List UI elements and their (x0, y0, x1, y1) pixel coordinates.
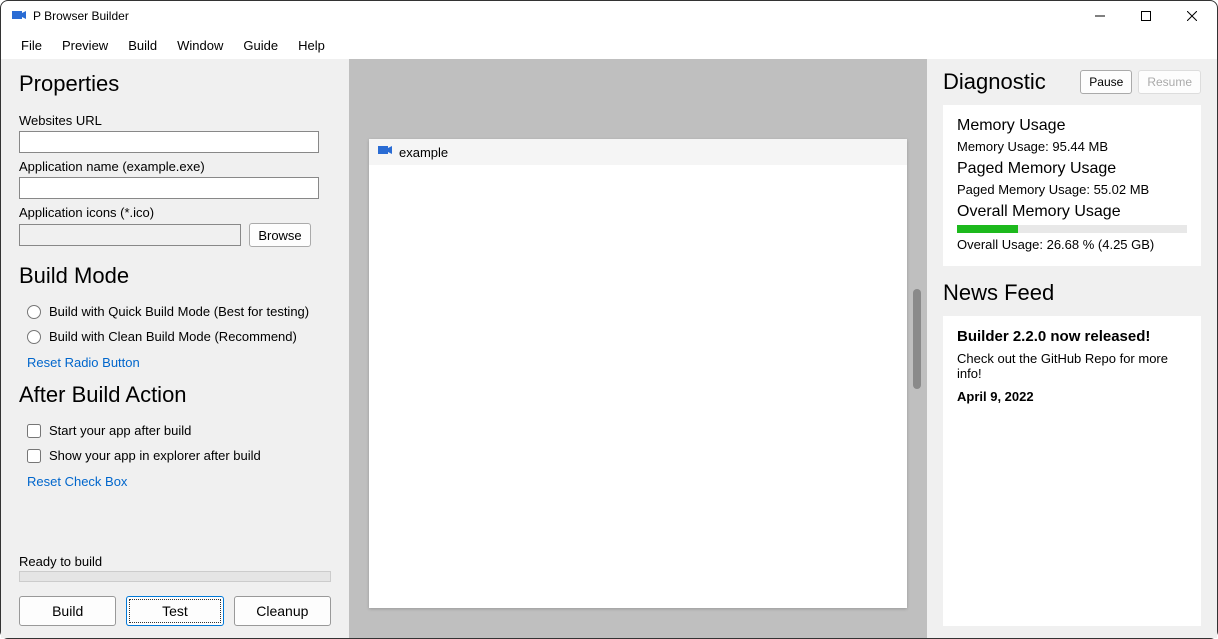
url-input[interactable] (19, 131, 319, 153)
pause-button[interactable]: Pause (1080, 70, 1132, 94)
app-icon (11, 8, 27, 24)
check-start-app-input[interactable] (27, 424, 41, 438)
check-show-explorer[interactable]: Show your app in explorer after build (27, 448, 331, 463)
memory-usage-text: Memory Usage: 95.44 MB (957, 139, 1187, 154)
check-show-explorer-input[interactable] (27, 449, 41, 463)
memory-usage-title: Memory Usage (957, 117, 1187, 135)
diagnostic-heading: Diagnostic (943, 69, 1046, 95)
app-name-label: Application name (example.exe) (19, 159, 331, 174)
left-panel: Properties Websites URL Application name… (1, 59, 349, 638)
preview-body (369, 165, 907, 608)
menu-file[interactable]: File (11, 34, 52, 57)
radio-clean-build-input[interactable] (27, 330, 41, 344)
build-mode-heading: Build Mode (19, 263, 331, 289)
properties-heading: Properties (19, 71, 331, 97)
cleanup-button[interactable]: Cleanup (234, 596, 331, 626)
content-area: Properties Websites URL Application name… (1, 59, 1217, 638)
window-title: P Browser Builder (33, 9, 129, 23)
resume-button[interactable]: Resume (1138, 70, 1201, 94)
radio-clean-build-label: Build with Clean Build Mode (Recommend) (49, 329, 297, 344)
menu-guide[interactable]: Guide (233, 34, 288, 57)
build-progress-bar (19, 571, 331, 582)
overall-usage-fill (957, 225, 1018, 233)
reset-check-link[interactable]: Reset Check Box (27, 474, 331, 489)
news-date: April 9, 2022 (957, 389, 1187, 404)
check-start-app-label: Start your app after build (49, 423, 191, 438)
preview-title-text: example (399, 145, 448, 160)
news-feed-heading: News Feed (943, 280, 1201, 306)
news-body: Check out the GitHub Repo for more info! (957, 351, 1187, 381)
minimize-button[interactable] (1077, 1, 1123, 31)
check-show-explorer-label: Show your app in explorer after build (49, 448, 261, 463)
status-text: Ready to build (19, 554, 331, 569)
diagnostic-card: Memory Usage Memory Usage: 95.44 MB Page… (943, 105, 1201, 266)
paged-memory-text: Paged Memory Usage: 55.02 MB (957, 182, 1187, 197)
browse-button[interactable]: Browse (249, 223, 311, 247)
close-button[interactable] (1169, 1, 1215, 31)
paged-memory-title: Paged Memory Usage (957, 160, 1187, 178)
icons-label: Application icons (*.ico) (19, 205, 331, 220)
test-button[interactable]: Test (126, 596, 223, 626)
preview-app-icon (377, 143, 393, 162)
icons-input[interactable] (19, 224, 241, 246)
app-name-input[interactable] (19, 177, 319, 199)
center-panel: example (349, 59, 927, 638)
check-start-app[interactable]: Start your app after build (27, 423, 331, 438)
right-panel: Diagnostic Pause Resume Memory Usage Mem… (927, 59, 1217, 638)
overall-usage-bar (957, 225, 1187, 233)
radio-quick-build-input[interactable] (27, 305, 41, 319)
news-title: Builder 2.2.0 now released! (957, 328, 1187, 345)
radio-quick-build[interactable]: Build with Quick Build Mode (Best for te… (27, 304, 331, 319)
menu-help[interactable]: Help (288, 34, 335, 57)
radio-clean-build[interactable]: Build with Clean Build Mode (Recommend) (27, 329, 331, 344)
url-label: Websites URL (19, 113, 331, 128)
overall-usage-text: Overall Usage: 26.68 % (4.25 GB) (957, 237, 1187, 252)
maximize-button[interactable] (1123, 1, 1169, 31)
preview-titlebar: example (369, 139, 907, 165)
reset-radio-link[interactable]: Reset Radio Button (27, 355, 331, 370)
menubar: File Preview Build Window Guide Help (1, 31, 1217, 59)
overall-memory-title: Overall Memory Usage (957, 203, 1187, 221)
build-button[interactable]: Build (19, 596, 116, 626)
menu-build[interactable]: Build (118, 34, 167, 57)
menu-window[interactable]: Window (167, 34, 233, 57)
menu-preview[interactable]: Preview (52, 34, 118, 57)
preview-window: example (369, 139, 907, 608)
window-controls (1077, 1, 1215, 31)
radio-quick-build-label: Build with Quick Build Mode (Best for te… (49, 304, 309, 319)
news-card: Builder 2.2.0 now released! Check out th… (943, 316, 1201, 626)
scrollbar-thumb[interactable] (913, 289, 921, 389)
titlebar: P Browser Builder (1, 1, 1217, 31)
after-build-heading: After Build Action (19, 382, 331, 408)
